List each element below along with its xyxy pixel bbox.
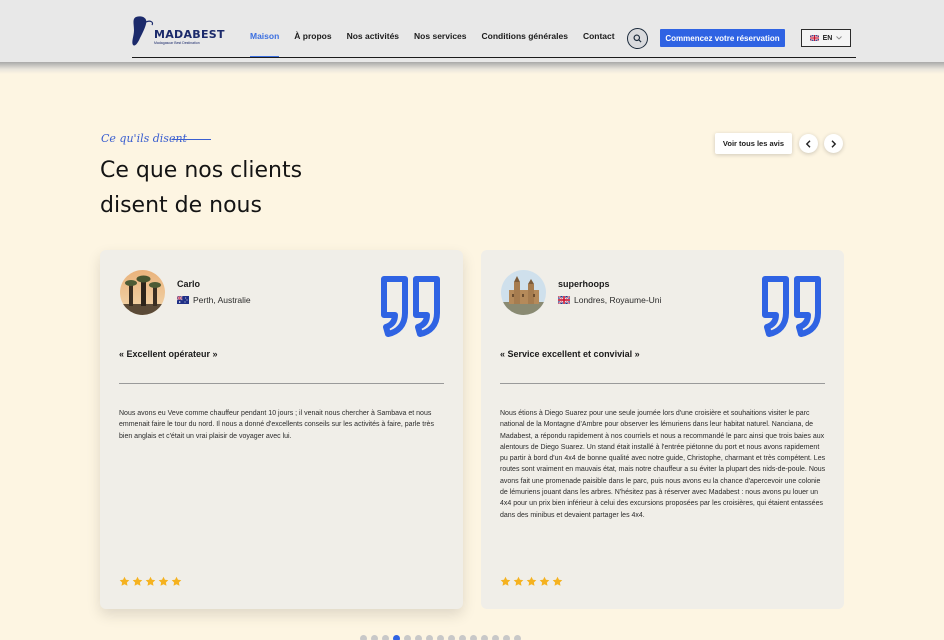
pagination-dot[interactable] bbox=[514, 635, 521, 640]
site-header: MADABEST Madagascar Best Destination Mai… bbox=[0, 0, 944, 62]
search-icon bbox=[633, 34, 642, 43]
star-icon bbox=[552, 576, 563, 586]
uk-flag-icon bbox=[809, 35, 819, 41]
review-text: Nous étions à Diego Suarez pour une seul… bbox=[500, 410, 826, 519]
nav-item-a-propos[interactable]: À propos bbox=[294, 31, 331, 47]
star-icon bbox=[171, 576, 182, 586]
reviewer-location: Perth, Australie bbox=[177, 295, 251, 305]
star-icon bbox=[513, 576, 524, 586]
pagination-dot[interactable] bbox=[448, 635, 455, 640]
nav-item-contact[interactable]: Contact bbox=[583, 31, 615, 47]
star-rating bbox=[500, 576, 563, 587]
section-title-line2: disent de nous bbox=[100, 193, 262, 218]
nav-item-maison[interactable]: Maison bbox=[250, 31, 280, 58]
quote-icon bbox=[762, 276, 821, 337]
eyebrow-line bbox=[172, 139, 211, 140]
nav-item-nos-services[interactable]: Nos services bbox=[414, 31, 466, 47]
star-icon bbox=[500, 576, 511, 586]
quote-icon bbox=[381, 276, 440, 337]
avatar bbox=[501, 270, 546, 315]
avatar bbox=[120, 270, 165, 315]
start-booking-button[interactable]: Commencez votre réservation bbox=[660, 29, 785, 47]
reviewer-name: Carlo bbox=[177, 279, 201, 289]
carousel-pagination bbox=[360, 635, 521, 640]
nav-item-nos-activites[interactable]: Nos activités bbox=[347, 31, 399, 47]
section-title: Ce que nos clients disent de nous bbox=[100, 153, 360, 223]
review-card: Carlo Perth, Australie « Excellent opéra… bbox=[100, 250, 463, 609]
pagination-dot[interactable] bbox=[393, 635, 400, 640]
pagination-dot[interactable] bbox=[426, 635, 433, 640]
star-icon bbox=[526, 576, 537, 586]
reviewer-location-text: Londres, Royaume-Uni bbox=[574, 295, 662, 305]
review-card: superhoops Londres, Royaume-Uni « Servic… bbox=[481, 250, 844, 609]
star-icon bbox=[145, 576, 156, 586]
next-review-button[interactable] bbox=[824, 134, 843, 153]
search-button[interactable] bbox=[627, 28, 648, 49]
review-title: « Service excellent et convivial » bbox=[500, 349, 640, 359]
pagination-dot[interactable] bbox=[470, 635, 477, 640]
pagination-dot[interactable] bbox=[459, 635, 466, 640]
pagination-dot[interactable] bbox=[415, 635, 422, 640]
previous-review-button[interactable] bbox=[799, 134, 818, 153]
review-divider bbox=[500, 383, 825, 384]
city-photo-icon bbox=[501, 270, 546, 315]
review-divider bbox=[119, 383, 444, 384]
uk-flag-icon bbox=[558, 296, 570, 304]
review-title: « Excellent opérateur » bbox=[119, 349, 218, 359]
star-icon bbox=[539, 576, 550, 586]
main-nav: Maison À propos Nos activités Nos servic… bbox=[250, 31, 630, 58]
reviewer-location-text: Perth, Australie bbox=[193, 295, 251, 305]
pagination-dot[interactable] bbox=[404, 635, 411, 640]
star-icon bbox=[119, 576, 130, 586]
reviewer-location: Londres, Royaume-Uni bbox=[558, 295, 661, 305]
star-icon bbox=[132, 576, 143, 586]
chevron-right-icon bbox=[831, 139, 837, 148]
header-shadow bbox=[0, 62, 944, 74]
logo-tagline: Madagascar Best Destination bbox=[154, 41, 200, 45]
star-icon bbox=[158, 576, 169, 586]
pagination-dot[interactable] bbox=[481, 635, 488, 640]
star-rating bbox=[119, 576, 182, 587]
chevron-down-icon bbox=[836, 36, 843, 40]
nav-item-conditions-generales[interactable]: Conditions générales bbox=[482, 31, 568, 47]
pagination-dot[interactable] bbox=[437, 635, 444, 640]
chevron-left-icon bbox=[805, 139, 811, 148]
logo-text: MADABEST bbox=[154, 28, 225, 41]
pagination-dot[interactable] bbox=[382, 635, 389, 640]
baobab-photo-icon bbox=[120, 270, 165, 315]
language-selector[interactable]: EN bbox=[801, 29, 851, 47]
review-text: Nous avons eu Veve comme chauffeur penda… bbox=[119, 410, 434, 440]
pagination-dot[interactable] bbox=[360, 635, 367, 640]
language-label: EN bbox=[822, 34, 833, 42]
pagination-dot[interactable] bbox=[371, 635, 378, 640]
pagination-dot[interactable] bbox=[503, 635, 510, 640]
section-title-line1: Ce que nos clients bbox=[100, 158, 303, 183]
view-all-reviews-button[interactable]: Voir tous les avis bbox=[715, 133, 792, 154]
reviewer-name: superhoops bbox=[558, 279, 610, 289]
australia-flag-icon bbox=[177, 296, 189, 304]
madabest-logo[interactable]: MADABEST Madagascar Best Destination bbox=[128, 14, 228, 50]
pagination-dot[interactable] bbox=[492, 635, 499, 640]
header-divider bbox=[132, 57, 856, 58]
